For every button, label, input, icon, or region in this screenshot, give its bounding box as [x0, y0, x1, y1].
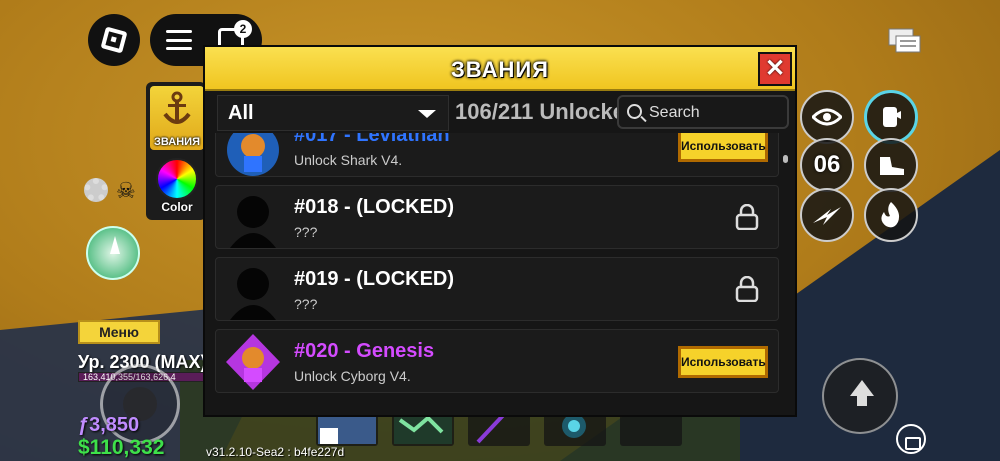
rank-title: #018 - (LOCKED) [294, 196, 455, 218]
chat-badge: 2 [234, 20, 252, 38]
use-rank-button[interactable]: Использовать [678, 133, 768, 162]
tab-ranks-label: ЗВАНИЯ [154, 136, 200, 148]
race-skill-button[interactable] [864, 90, 918, 144]
hamburger-menu-icon[interactable] [166, 30, 192, 50]
flame-icon [881, 202, 900, 228]
use-rank-button[interactable]: Использовать [678, 346, 768, 378]
rank-description: Unlock Cyborg V4. [294, 368, 411, 384]
lock-icon [735, 276, 759, 302]
list-item: #018 - (LOCKED) ??? [215, 185, 779, 249]
aura-skill-button[interactable] [864, 188, 918, 242]
observation-skill-button[interactable] [800, 90, 854, 144]
panel-title: ЗВАНИЯ [451, 57, 549, 82]
ranks-list[interactable]: #017 - Leviathan Unlock Shark V4. Исполь… [215, 133, 781, 413]
locked-silhouette-icon [230, 268, 276, 320]
rank-description: ??? [294, 296, 318, 312]
rank-title: #019 - (LOCKED) [294, 268, 455, 290]
fragments-counter: ƒ3,850 [78, 414, 140, 436]
tab-color[interactable]: Color [150, 154, 204, 216]
list-item: #019 - (LOCKED) ??? [215, 257, 779, 321]
money-counter: $110,332 [78, 436, 165, 459]
ranks-panel: ЗВАНИЯ ✕ All 106/211 Unlocked #017 - Lev… [203, 45, 797, 417]
ability-count: 06 [813, 151, 841, 178]
eye-icon [812, 108, 842, 126]
fist-icon [883, 107, 901, 127]
version-text: v31.2.10-Sea2 : b4fe227d [206, 445, 345, 459]
ability-count-button[interactable]: 06 [800, 138, 854, 192]
rank-title: #017 - Leviathan [294, 133, 450, 146]
rank-description: Unlock Shark V4. [294, 152, 403, 168]
search-icon [627, 104, 642, 119]
scrollbar-thumb[interactable] [783, 155, 788, 163]
tab-ranks[interactable]: ЗВАНИЯ [150, 86, 204, 150]
filter-dropdown[interactable]: All [217, 95, 449, 131]
jump-button[interactable] [822, 358, 898, 434]
search-input[interactable] [649, 102, 785, 124]
search-box[interactable] [617, 95, 789, 129]
flash-step-button[interactable] [800, 188, 854, 242]
close-button[interactable]: ✕ [758, 52, 792, 86]
camera-lock-button[interactable] [896, 424, 926, 454]
rank-avatar-genesis [226, 334, 280, 390]
compass-icon[interactable] [86, 226, 140, 280]
color-wheel-icon [156, 158, 198, 200]
close-icon: ✕ [764, 55, 786, 82]
windows-stack-icon[interactable] [888, 28, 922, 54]
skull-crossbones-icon[interactable]: ☠ [116, 178, 136, 204]
menu-button[interactable]: Меню [78, 320, 160, 344]
unlock-count: 106/211 Unlocked [455, 99, 625, 124]
filter-value: All [228, 102, 254, 124]
list-item: #017 - Leviathan Unlock Shark V4. Исполь… [215, 133, 779, 177]
speed-icon [813, 207, 841, 225]
roblox-logo-icon [100, 26, 128, 54]
tab-color-label: Color [161, 200, 193, 214]
gear-icon[interactable] [84, 178, 108, 202]
anchor-icon [163, 91, 191, 124]
list-item: #020 - Genesis Unlock Cyborg V4. Использ… [215, 329, 779, 393]
dash-skill-button[interactable] [864, 138, 918, 192]
rank-description: ??? [294, 224, 318, 240]
panel-header: ЗВАНИЯ ✕ [205, 47, 795, 91]
rank-title: #020 - Genesis [294, 340, 435, 362]
roblox-menu-button[interactable] [88, 14, 140, 66]
boot-icon [880, 157, 904, 175]
rank-avatar-leviathan [227, 133, 279, 176]
chevron-down-icon [418, 110, 436, 118]
locked-silhouette-icon [230, 196, 276, 248]
lock-icon [735, 204, 759, 230]
